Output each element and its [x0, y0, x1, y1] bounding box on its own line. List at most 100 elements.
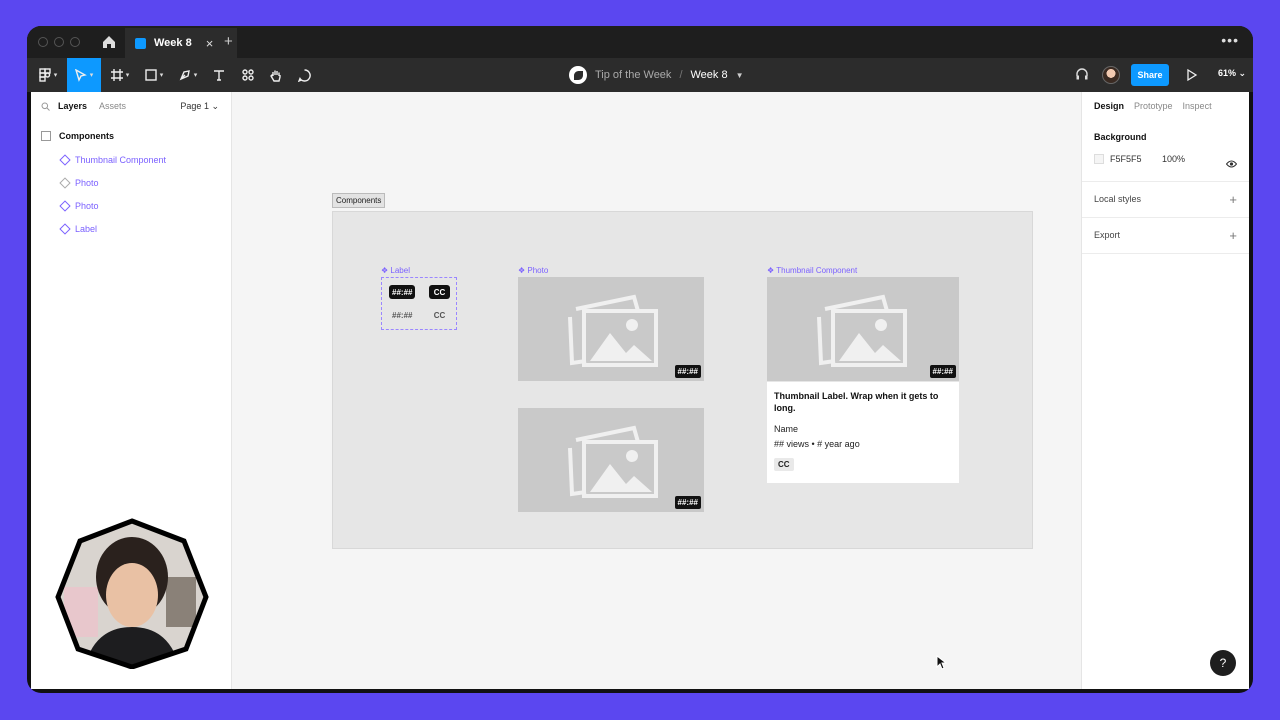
- layer-label: Photo: [75, 200, 99, 211]
- help-button[interactable]: ?: [1210, 650, 1236, 676]
- properties-tabs: Design Prototype Inspect: [1082, 92, 1249, 120]
- add-export-plus-icon[interactable]: +: [1229, 228, 1237, 243]
- tab-layers[interactable]: Layers: [58, 101, 87, 111]
- layer-label-component[interactable]: Label: [31, 217, 231, 240]
- tab-week-8[interactable]: Week 8 ×: [125, 28, 237, 58]
- more-icon[interactable]: •••: [1221, 32, 1239, 48]
- resources-icon: [242, 69, 254, 81]
- close-window-button[interactable]: [38, 37, 48, 47]
- image-placeholder-icon: [568, 425, 658, 498]
- image-placeholder-icon: [817, 294, 907, 367]
- headphones-icon[interactable]: [1075, 67, 1089, 81]
- duration-pill: ##:##: [389, 285, 416, 299]
- tab-prototype[interactable]: Prototype: [1134, 101, 1173, 111]
- color-swatch[interactable]: [1094, 154, 1104, 164]
- project-name-link[interactable]: Tip of the Week: [595, 69, 671, 81]
- tab-inspect[interactable]: Inspect: [1183, 101, 1212, 111]
- text-icon: [214, 70, 224, 81]
- layer-components-section[interactable]: Components: [31, 124, 231, 148]
- zoom-window-button[interactable]: [70, 37, 80, 47]
- tab-label: Week 8: [154, 37, 192, 49]
- layer-label: Photo: [75, 177, 99, 188]
- section-icon: [41, 131, 51, 141]
- avatar[interactable]: [1102, 66, 1120, 84]
- thumbnail-card-body[interactable]: Thumbnail Label. Wrap when it gets to lo…: [767, 382, 959, 483]
- export-heading: Export: [1094, 230, 1121, 240]
- duration-badge: ##:##: [674, 496, 701, 509]
- rectangle-icon: [145, 69, 157, 81]
- zoom-level-button[interactable]: 61% ⌄: [1218, 68, 1246, 79]
- breadcrumb-separator: /: [679, 69, 683, 81]
- tab-design[interactable]: Design: [1094, 101, 1124, 111]
- page-selector[interactable]: Page 1 ⌄: [180, 101, 219, 112]
- layer-photo-component[interactable]: Photo: [31, 194, 231, 217]
- photo-instance[interactable]: ##:##: [518, 408, 704, 512]
- component-icon: [59, 199, 71, 212]
- label-component[interactable]: ##:## CC ##:## CC: [381, 277, 457, 330]
- mouse-cursor-icon: [936, 655, 948, 670]
- hand-tool-button[interactable]: [265, 58, 287, 92]
- photo-component-title[interactable]: ❖ Photo: [518, 266, 548, 275]
- figma-menu-icon: [39, 68, 51, 82]
- thumbnail-photo[interactable]: ##:##: [767, 277, 959, 381]
- app-window: Week 8 × + ••• ▾ ▾ ▾ ▾ ▾ Tip of the Week…: [27, 26, 1253, 693]
- background-heading: Background: [1094, 132, 1147, 142]
- new-tab-button[interactable]: +: [224, 33, 233, 50]
- comment-icon: [297, 68, 311, 82]
- canvas[interactable]: Components ❖ Label ##:## CC ##:## CC ❖ P…: [232, 92, 1081, 689]
- layer-photo-instance[interactable]: Photo: [31, 171, 231, 194]
- background-fill-row[interactable]: F5F5F5 100%: [1094, 154, 1237, 164]
- cc-badge: CC: [774, 458, 794, 471]
- section-title[interactable]: Components: [332, 193, 386, 208]
- layer-label: Label: [75, 223, 98, 234]
- thumbnail-title: Thumbnail Label. Wrap when it gets to lo…: [774, 391, 939, 413]
- layer-label: Thumbnail Component: [75, 154, 167, 165]
- chevron-down-icon[interactable]: ▼: [736, 71, 744, 80]
- comment-tool-button[interactable]: [293, 58, 315, 92]
- local-styles-heading: Local styles: [1094, 194, 1142, 204]
- components-section[interactable]: ❖ Label ##:## CC ##:## CC ❖ Photo ##:## …: [332, 211, 1033, 549]
- main-menu-button[interactable]: ▾: [33, 58, 63, 92]
- export-section: Export +: [1082, 218, 1249, 254]
- pen-tool-button[interactable]: ▾: [174, 58, 202, 92]
- cc-pill: CC: [429, 285, 450, 299]
- cursor-icon: [74, 68, 87, 82]
- present-play-icon[interactable]: [1186, 68, 1198, 82]
- toolbar: ▾ ▾ ▾ ▾ ▾ Tip of the Week / Week 8 ▼ Sha…: [27, 58, 1253, 92]
- breadcrumb: Tip of the Week / Week 8 ▼: [569, 58, 744, 92]
- background-hex-input[interactable]: F5F5F5: [1110, 154, 1162, 164]
- layer-label: Components: [59, 131, 114, 141]
- frame-icon: [110, 69, 123, 81]
- thumbnail-component-title[interactable]: ❖ Thumbnail Component: [767, 266, 857, 275]
- presenter-webcam: [55, 518, 209, 669]
- figma-file-icon: [135, 37, 146, 49]
- shape-tool-button[interactable]: ▾: [140, 58, 168, 92]
- duration-pill-light: ##:##: [392, 310, 413, 320]
- minimize-window-button[interactable]: [54, 37, 64, 47]
- zoom-value: 61%: [1218, 68, 1237, 78]
- label-component-title[interactable]: ❖ Label: [381, 266, 410, 275]
- home-icon[interactable]: [101, 34, 117, 50]
- layers-panel-header: Layers Assets Page 1 ⌄: [31, 92, 231, 120]
- team-logo-icon: [569, 66, 587, 84]
- component-icon: [59, 153, 71, 166]
- share-button[interactable]: Share: [1131, 64, 1169, 86]
- background-opacity-input[interactable]: 100%: [1162, 154, 1185, 164]
- eye-icon[interactable]: [1226, 160, 1237, 168]
- tab-bar: Week 8 × + •••: [27, 26, 1253, 58]
- resources-button[interactable]: [237, 58, 259, 92]
- tab-assets[interactable]: Assets: [99, 101, 126, 111]
- layer-thumbnail-component[interactable]: Thumbnail Component: [31, 148, 231, 171]
- frame-tool-button[interactable]: ▾: [107, 58, 133, 92]
- pen-icon: [179, 70, 190, 81]
- search-icon[interactable]: [41, 102, 50, 111]
- background-section: Background F5F5F5 100%: [1082, 120, 1249, 182]
- close-tab-button[interactable]: ×: [206, 36, 214, 51]
- text-tool-button[interactable]: [208, 58, 230, 92]
- file-name-button[interactable]: Week 8: [691, 69, 728, 81]
- cc-pill-light: CC: [433, 310, 446, 320]
- duration-badge: ##:##: [674, 365, 701, 378]
- photo-component[interactable]: ##:##: [518, 277, 704, 381]
- add-style-plus-icon[interactable]: +: [1229, 192, 1237, 207]
- move-tool-button[interactable]: ▾: [67, 58, 101, 92]
